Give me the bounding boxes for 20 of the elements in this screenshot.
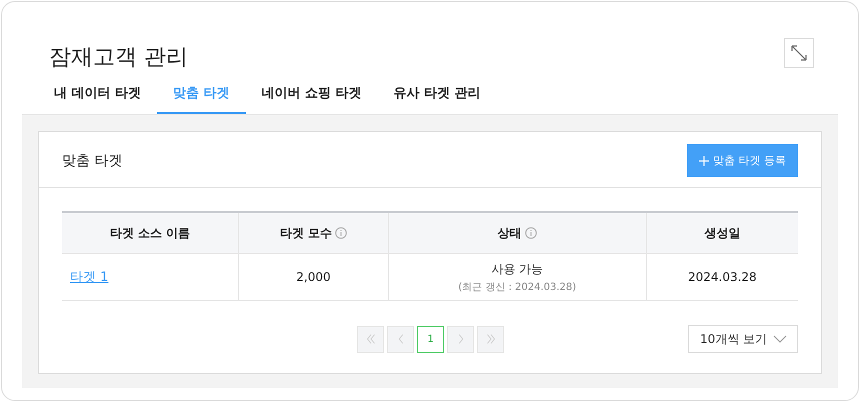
expand-button[interactable] — [784, 38, 814, 68]
info-icon — [524, 227, 537, 239]
tab[interactable]: 내 데이터 타겟 — [38, 78, 158, 114]
page-size-select[interactable]: 10개씩 보기 — [688, 325, 798, 353]
column-header: 상태 — [388, 212, 646, 254]
chevron-down-icon — [773, 335, 787, 343]
expand-icon — [790, 44, 808, 62]
panel-title: 맞춤 타겟 — [62, 152, 122, 170]
info-icon — [335, 227, 348, 239]
column-header: 타겟 소스 이름 — [62, 212, 239, 254]
tab[interactable]: 유사 타겟 관리 — [378, 78, 497, 114]
status-text: 사용 가능 — [490, 260, 544, 278]
tab[interactable]: 네이버 쇼핑 타겟 — [246, 78, 378, 114]
column-header: 생성일 — [646, 212, 798, 254]
plus-icon — [699, 156, 709, 166]
status-note: (최근 갱신 : 2024.03.28) — [457, 280, 578, 294]
page-title: 잠재고객 관리 — [49, 44, 188, 72]
table-cell: 2,000 — [296, 270, 331, 284]
column-header: 타겟 모수 — [238, 212, 388, 254]
table-cell: 2024.03.28 — [688, 270, 757, 284]
